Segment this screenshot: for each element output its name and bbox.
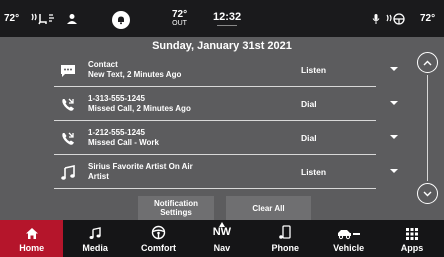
passenger-temp[interactable]: 72° xyxy=(420,0,435,37)
heated-seat-icon[interactable] xyxy=(29,0,57,37)
user-profile-icon[interactable] xyxy=(66,0,78,37)
chevron-down-icon[interactable] xyxy=(390,135,398,139)
nav-apps[interactable]: Apps xyxy=(380,220,443,257)
notification-text: 1-212-555-1245 Missed Call - Work xyxy=(88,128,159,148)
nav-vehicle[interactable]: Vehicle xyxy=(317,220,380,257)
apps-grid-icon xyxy=(406,220,419,240)
nav-media[interactable]: Media xyxy=(63,220,126,257)
notification-settings-label: Notification Settings xyxy=(154,199,198,217)
notification-settings-button[interactable]: Notification Settings xyxy=(138,196,214,220)
vehicle-icon xyxy=(337,220,361,240)
music-note-icon xyxy=(59,164,77,182)
chevron-down-icon xyxy=(423,191,432,196)
notification-subtitle: Missed Call - Work xyxy=(88,138,159,147)
notification-subtitle: Missed Call, 2 Minutes Ago xyxy=(88,104,191,113)
notification-bell-icon[interactable] xyxy=(112,11,130,29)
notification-row[interactable]: 1-313-555-1245 Missed Call, 2 Minutes Ag… xyxy=(54,88,398,121)
listen-button[interactable]: Listen xyxy=(301,65,326,75)
bottom-nav: Home Media Comfort NW Nav Phone Vehicle … xyxy=(0,220,444,257)
notification-center: Sunday, January 31st 2021 Contact New Te… xyxy=(0,37,444,220)
steering-wheel-icon xyxy=(151,220,166,240)
nav-comfort[interactable]: Comfort xyxy=(127,220,190,257)
heated-wheel-icon[interactable] xyxy=(385,0,405,37)
missed-call-icon xyxy=(59,96,77,114)
nav-comfort-label: Comfort xyxy=(140,243,176,253)
nav-heading: NW xyxy=(212,226,232,238)
nav-nav-label: Nav xyxy=(213,243,231,253)
notification-text: 1-313-555-1245 Missed Call, 2 Minutes Ag… xyxy=(88,94,191,114)
chevron-down-icon[interactable] xyxy=(390,101,398,105)
home-icon xyxy=(25,220,39,240)
clock-time: 12:32 xyxy=(213,11,242,23)
notification-title: Sirius Favorite Artist On Air xyxy=(88,162,193,171)
notification-title: 1-212-555-1245 xyxy=(88,128,145,137)
notification-subtitle: New Text, 2 Minutes Ago xyxy=(88,70,182,79)
chevron-down-icon[interactable] xyxy=(390,169,398,173)
nav-apps-label: Apps xyxy=(400,243,424,253)
nav-media-label: Media xyxy=(82,243,108,253)
music-note-icon xyxy=(89,220,101,240)
outside-temp-value: 72° xyxy=(172,8,188,20)
chevron-down-icon[interactable] xyxy=(390,67,398,71)
compass-icon: NW xyxy=(213,220,231,240)
dial-button[interactable]: Dial xyxy=(301,99,317,109)
status-bar: 72° 72° OUT 12:32 72° xyxy=(0,0,444,37)
missed-call-icon xyxy=(59,130,77,148)
notification-title: Contact xyxy=(88,60,118,69)
nav-vehicle-label: Vehicle xyxy=(333,243,365,253)
nav-nav[interactable]: NW Nav xyxy=(190,220,253,257)
nav-home[interactable]: Home xyxy=(0,220,64,257)
notification-row[interactable]: Sirius Favorite Artist On Air Artist Lis… xyxy=(54,156,398,189)
clock-underline xyxy=(217,25,238,26)
chevron-up-icon xyxy=(423,60,432,65)
scrollbar-track[interactable] xyxy=(427,75,428,181)
clear-all-button[interactable]: Clear All xyxy=(226,196,311,220)
scroll-down-button[interactable] xyxy=(417,183,438,204)
outside-temp-label: OUT xyxy=(172,19,187,27)
listen-button[interactable]: Listen xyxy=(301,167,326,177)
notification-title: 1-313-555-1245 xyxy=(88,94,145,103)
microphone-icon[interactable] xyxy=(372,0,380,37)
outside-temp: 72° OUT xyxy=(172,0,187,37)
dial-button[interactable]: Dial xyxy=(301,133,317,143)
notification-row[interactable]: Contact New Text, 2 Minutes Ago Listen xyxy=(54,54,398,87)
message-icon xyxy=(59,62,77,80)
notification-text: Sirius Favorite Artist On Air Artist xyxy=(88,162,193,182)
notification-text: Contact New Text, 2 Minutes Ago xyxy=(88,60,181,80)
clock: 12:32 xyxy=(213,0,241,37)
nav-phone-label: Phone xyxy=(271,243,300,253)
phone-icon xyxy=(279,220,291,240)
nav-home-label: Home xyxy=(19,243,45,253)
notification-date: Sunday, January 31st 2021 xyxy=(152,40,292,52)
notification-row[interactable]: 1-212-555-1245 Missed Call - Work Dial xyxy=(54,122,398,155)
nav-phone[interactable]: Phone xyxy=(254,220,317,257)
driver-temp[interactable]: 72° xyxy=(4,0,19,37)
notification-subtitle: Artist xyxy=(88,172,109,181)
scroll-up-button[interactable] xyxy=(417,52,438,73)
